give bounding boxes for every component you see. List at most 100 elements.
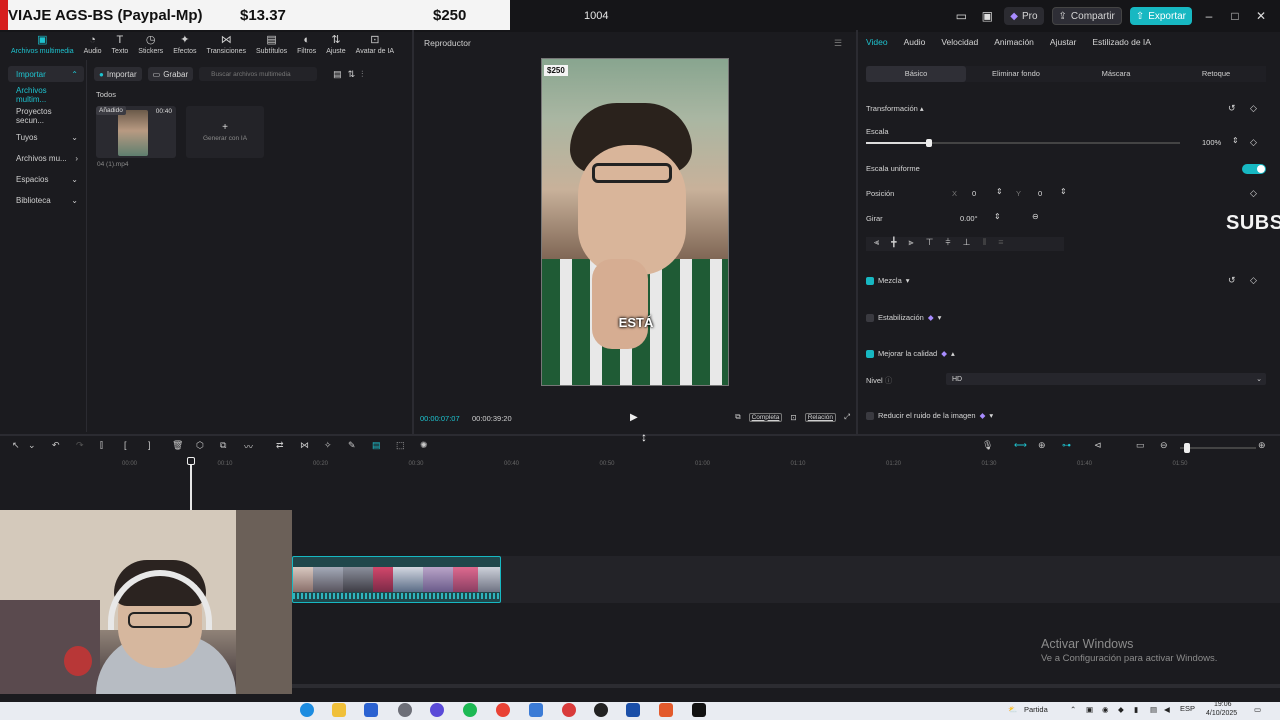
fullscreen-icon[interactable]: ⤢ (844, 412, 850, 422)
chrome-profile-icon[interactable] (562, 703, 576, 717)
align-bottom-icon[interactable]: ⊥ (963, 237, 971, 251)
full-quality-button[interactable]: Completa (748, 412, 783, 422)
subtitle-icon[interactable]: ▭ (1136, 440, 1145, 451)
reset-icon[interactable]: ↺ (1228, 275, 1236, 286)
magic-icon[interactable]: ✧ (324, 440, 332, 451)
ai-edit-icon[interactable]: ✎ (348, 440, 356, 451)
tool-avatar[interactable]: ⊡ Avatar de IA (351, 30, 399, 60)
battery-icon[interactable]: ▮ (1134, 705, 1138, 714)
stabilize-checkbox[interactable] (866, 313, 874, 322)
generate-ai-button[interactable]: + Generar con IA (186, 106, 264, 158)
tool-adjust[interactable]: ⇅ Ajuste (321, 30, 350, 60)
keyframe-icon[interactable]: ◇ (1250, 188, 1257, 199)
split-right-icon[interactable]: ] (148, 440, 151, 450)
share-button[interactable]: ⇪ Compartir (1051, 7, 1122, 25)
crop-icon[interactable]: ⧉ (220, 440, 226, 451)
media-clip-thumbnail[interactable]: Añadido 00:40 (96, 106, 176, 158)
file-explorer-icon[interactable] (332, 703, 346, 717)
split-left-icon[interactable]: [ (124, 440, 127, 450)
export-button[interactable]: ⇧ Exportar (1129, 7, 1192, 25)
sparkle-icon[interactable]: ✺ (420, 440, 428, 451)
tool-filters[interactable]: ◐ Filtros (292, 30, 321, 60)
magnet-icon[interactable]: ⊶ (1062, 440, 1071, 451)
weather-icon[interactable]: ⛅ (1008, 705, 1017, 714)
split-icon[interactable]: ⫿ (100, 440, 103, 451)
snap-icon[interactable]: ⊕ (1038, 440, 1046, 451)
network-icon[interactable]: ▤ (1150, 705, 1157, 714)
panel-divider-bottom[interactable] (0, 434, 1280, 436)
tool-transitions[interactable]: ⋈ Transiciones (202, 30, 251, 60)
tool-audio[interactable]: ◔ Audio (79, 30, 107, 60)
nav-import[interactable]: Importar ⌃ (8, 66, 84, 82)
align-center-h-icon[interactable]: ╋ (891, 237, 896, 251)
editor-icon[interactable] (626, 703, 640, 717)
nav-media-more[interactable]: Archivos mu... › (8, 150, 84, 166)
layout-icon[interactable]: ▭ (952, 9, 970, 23)
tray-app3-icon[interactable]: ◆ (1118, 705, 1124, 714)
undo-icon[interactable]: ↶ (52, 440, 60, 451)
select-tool-icon[interactable]: ↖ (12, 440, 20, 451)
scale-slider-handle[interactable] (925, 139, 932, 147)
transform-section[interactable]: Transformación ▴ (866, 104, 924, 113)
zoom-out-icon[interactable]: ⊖ (1160, 440, 1168, 451)
stepper-icon[interactable]: ⇕ (1060, 187, 1067, 196)
clock-date[interactable]: 4/10/2025 (1206, 710, 1237, 717)
play-icon[interactable]: ▶ (630, 412, 638, 423)
record-button[interactable]: ▭ Grabar (147, 67, 194, 81)
nav-library[interactable]: Biblioteca ⌄ (8, 192, 84, 208)
filter-icon[interactable]: ⫶ (361, 69, 363, 80)
keyframe-icon[interactable]: ◇ (1250, 275, 1257, 286)
keyframe-icon[interactable]: ◇ (1250, 103, 1257, 114)
view-toggle-icon[interactable]: ▤ (333, 69, 342, 80)
video-clip[interactable] (292, 556, 501, 603)
obs-icon[interactable] (594, 703, 608, 717)
subtab-mask[interactable]: Máscara (1066, 66, 1166, 82)
replace-icon[interactable]: ⇄ (276, 440, 284, 451)
rotate-dial-icon[interactable]: ⊖ (1032, 212, 1039, 221)
uniform-scale-toggle[interactable] (1242, 164, 1266, 174)
stepper-icon[interactable]: ⇕ (1232, 136, 1239, 145)
weather-text[interactable]: Partida (1024, 705, 1048, 714)
nav-yours[interactable]: Tuyos ⌄ (8, 129, 84, 145)
preview-axis-icon[interactable]: ⊲ (1094, 440, 1102, 451)
menu-icon[interactable]: ☰ (834, 38, 842, 49)
align-center-v-icon[interactable]: ⫩ (945, 237, 950, 251)
zoom-slider-track[interactable] (1180, 447, 1256, 449)
enhance-checkbox[interactable] (866, 349, 874, 358)
clock-time[interactable]: 19:06 (1214, 701, 1232, 708)
nav-secondary-projects[interactable]: Proyectos secun... (8, 107, 84, 125)
tool-subtitles[interactable]: ▤ Subtítulos (251, 30, 292, 60)
scale-value[interactable]: 100% (1202, 138, 1221, 147)
tab-speed[interactable]: Velocidad (941, 37, 978, 47)
subtab-basic[interactable]: Básico (866, 66, 966, 82)
chevron-down-icon[interactable]: ⌄ (28, 440, 36, 451)
playhead[interactable] (190, 458, 192, 510)
edge-icon[interactable] (300, 703, 314, 717)
link-icon[interactable]: ⟷ (1014, 440, 1027, 451)
position-y-input[interactable]: 0 (1038, 189, 1042, 198)
align-right-icon[interactable]: ⫸ (909, 237, 914, 251)
discord-icon[interactable] (430, 703, 444, 717)
chrome-icon[interactable] (496, 703, 510, 717)
monitor-icon[interactable]: ▣ (978, 9, 996, 23)
rotate-input[interactable]: 0.00° (960, 214, 978, 223)
tool-stickers[interactable]: ◷ Stickers (133, 30, 168, 60)
subtab-remove-bg[interactable]: Eliminar fondo (966, 66, 1066, 82)
distribute-h-icon[interactable]: ⫴ (982, 237, 986, 251)
noise-checkbox[interactable] (866, 411, 874, 420)
zoom-slider-handle[interactable] (1184, 443, 1190, 453)
close-icon[interactable]: ✕ (1252, 9, 1270, 23)
language-indicator[interactable]: ESP (1180, 704, 1195, 713)
media-search-input[interactable]: Buscar archivos multimedia (199, 67, 318, 81)
maximize-icon[interactable]: □ (1226, 9, 1244, 23)
aspect-ratio-button[interactable]: Relación (804, 412, 836, 422)
tab-video[interactable]: Video (866, 37, 888, 47)
crop-icon[interactable]: ⧉ (735, 412, 740, 422)
volume-icon[interactable]: ◀ (1164, 705, 1170, 714)
marker-icon[interactable]: ⬡ (196, 440, 204, 451)
nav-spaces[interactable]: Espacios ⌄ (8, 171, 84, 187)
capcut-icon[interactable] (692, 703, 706, 717)
playhead-handle[interactable] (187, 457, 195, 465)
tab-ai-style[interactable]: Estilizado de IA (1092, 37, 1151, 47)
stepper-icon[interactable]: ⇕ (996, 187, 1003, 196)
